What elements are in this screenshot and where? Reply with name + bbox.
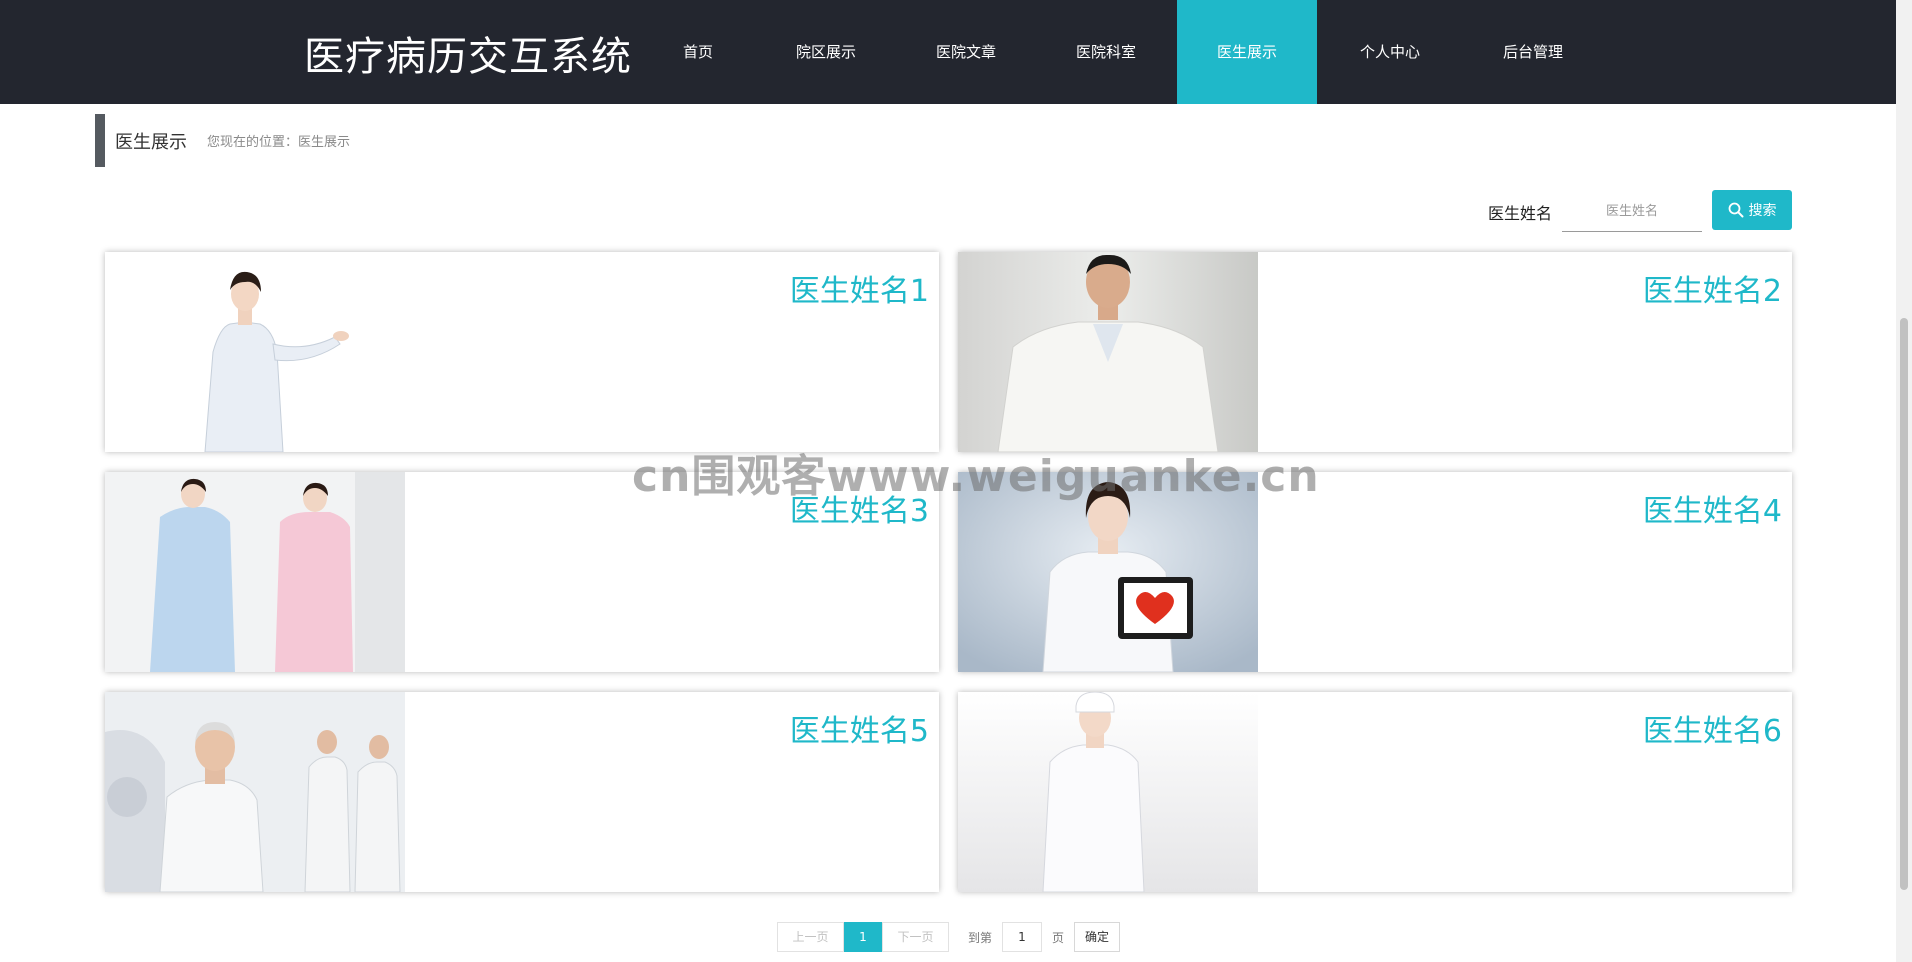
doctor-card[interactable]: 医生姓名1	[105, 252, 939, 452]
doctor-card[interactable]: 医生姓名6	[958, 692, 1792, 892]
scrollbar-thumb[interactable]	[1900, 318, 1908, 890]
search-label: 医生姓名	[1488, 204, 1553, 223]
nav-personal-center[interactable]: 个人中心	[1340, 0, 1440, 104]
search-icon	[1728, 202, 1743, 218]
doctor-name: 医生姓名5	[789, 714, 929, 749]
doctor-card[interactable]: 医生姓名4	[958, 472, 1792, 672]
pagination-next-button[interactable]: 下一页	[882, 922, 949, 952]
nav-home[interactable]: 首页	[658, 0, 738, 104]
doctor-name: 医生姓名4	[1642, 494, 1782, 529]
doctor-photo	[105, 692, 405, 892]
nav-articles[interactable]: 医院文章	[916, 0, 1016, 104]
doctor-name-search-input[interactable]	[1562, 192, 1702, 232]
doctor-name: 医生姓名3	[789, 494, 929, 529]
pagination-current-page[interactable]: 1	[844, 922, 882, 952]
doctor-photo	[958, 472, 1258, 672]
doctor-photo	[105, 472, 405, 672]
doctor-photo	[958, 252, 1258, 452]
top-navbar: 医疗病历交互系统 首页 院区展示 医院文章 医院科室 医生展示 个人中心 后台管…	[0, 0, 1896, 104]
pagination-confirm-button[interactable]: 确定	[1074, 922, 1120, 952]
pagination-prev-button[interactable]: 上一页	[777, 922, 844, 952]
search-button-label: 搜索	[1748, 203, 1777, 219]
site-title: 医疗病历交互系统	[304, 34, 632, 80]
doctor-name: 医生姓名6	[1642, 714, 1782, 749]
doctor-name: 医生姓名2	[1642, 274, 1782, 309]
pagination-page-suffix: 页	[1052, 931, 1065, 945]
doctor-name: 医生姓名1	[789, 274, 929, 309]
nav-departments[interactable]: 医院科室	[1056, 0, 1156, 104]
pagination-goto-label: 到第	[968, 931, 993, 945]
nav-doctors[interactable]: 医生展示	[1177, 0, 1317, 104]
doctor-card[interactable]: 医生姓名5	[105, 692, 939, 892]
page-title: 医生展示	[115, 132, 187, 153]
search-button[interactable]: 搜索	[1712, 190, 1792, 230]
breadcrumb-accent-bar	[95, 114, 105, 167]
doctor-card[interactable]: 医生姓名3	[105, 472, 939, 672]
nav-campus[interactable]: 院区展示	[776, 0, 876, 104]
doctor-photo	[958, 692, 1258, 892]
doctor-card[interactable]: 医生姓名2	[958, 252, 1792, 452]
doctor-photo	[105, 252, 405, 452]
pagination-goto-input[interactable]	[1002, 922, 1042, 952]
nav-admin[interactable]: 后台管理	[1483, 0, 1583, 104]
breadcrumb: 您现在的位置：医生展示	[207, 135, 351, 150]
